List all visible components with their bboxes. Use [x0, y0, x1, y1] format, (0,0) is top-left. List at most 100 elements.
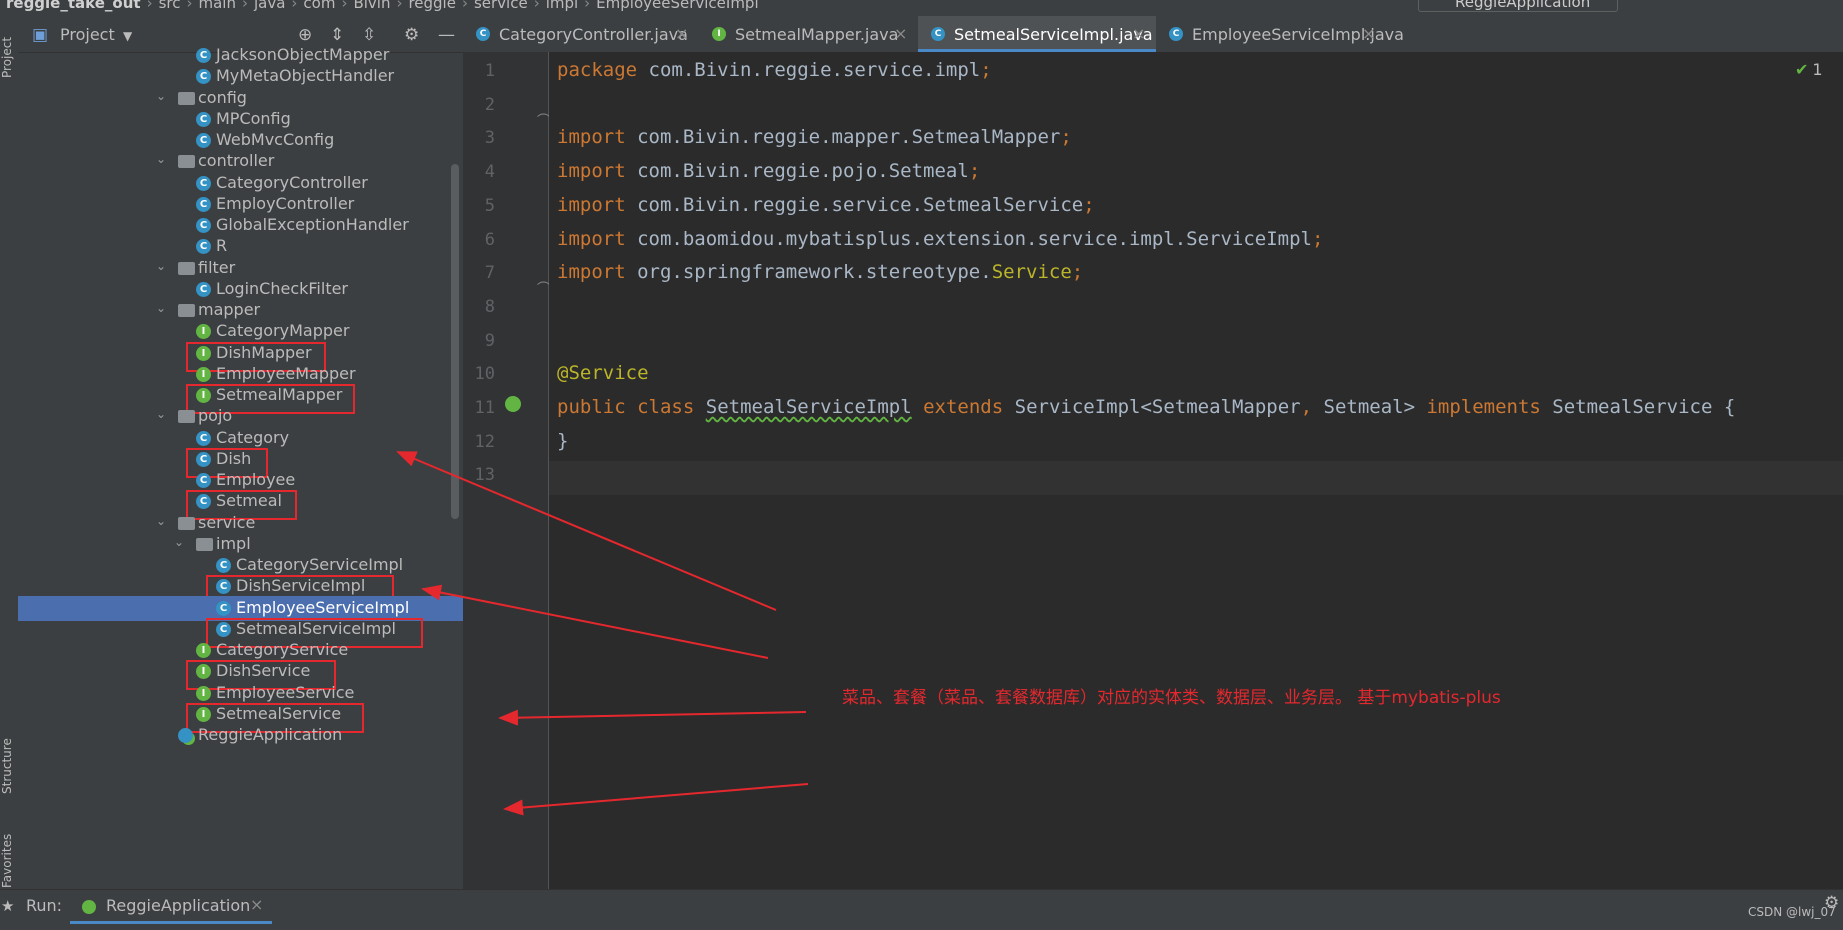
chevron-down-icon[interactable]: ⌄: [156, 152, 166, 166]
close-icon[interactable]: ×: [894, 24, 907, 43]
breadcrumb-item[interactable]: src: [159, 0, 181, 12]
tree-item-reggieapplication[interactable]: ReggieApplication: [18, 723, 463, 748]
breadcrumb-separator: ›: [396, 0, 403, 12]
class-icon: C: [196, 69, 211, 84]
editor-tab[interactable]: C CategoryController.java ×: [463, 16, 699, 52]
tool-tab-project[interactable]: Project: [0, 22, 18, 92]
close-icon[interactable]: ×: [1132, 24, 1145, 43]
class-icon: C: [196, 282, 211, 297]
close-icon[interactable]: ×: [250, 895, 263, 914]
breadcrumb-separator: ›: [291, 0, 298, 12]
breadcrumb-item[interactable]: java: [254, 0, 285, 12]
line-number: 4: [484, 162, 495, 182]
tree-item-label: service: [198, 513, 256, 532]
breadcrumb[interactable]: reggie_take_out › src › main › java › com › Bivin ›…: [6, 0, 759, 12]
close-icon[interactable]: ×: [675, 24, 688, 43]
gear-icon[interactable]: ⚙: [1824, 893, 1839, 913]
project-panel-title[interactable]: Project: [60, 25, 115, 44]
folder-icon: [178, 155, 195, 168]
tree-item-label: pojo: [198, 406, 233, 425]
tree-item-label: MyMetaObjectHandler: [216, 66, 395, 85]
class-icon: C: [196, 473, 211, 488]
code-token: implements: [1426, 396, 1541, 418]
folder-icon: [178, 304, 195, 317]
close-icon[interactable]: ×: [1362, 24, 1375, 43]
breadcrumb-item[interactable]: service: [474, 0, 528, 12]
tree-item-label: R: [216, 236, 228, 255]
interface-icon: I: [196, 686, 211, 701]
class-icon: C: [1169, 27, 1183, 41]
code-line[interactable]: package com.Bivin.reggie.service.impl;: [557, 59, 992, 81]
collapse-all-icon[interactable]: ⇳: [362, 25, 376, 45]
class-icon: C: [931, 27, 945, 41]
chevron-down-icon[interactable]: ⌄: [156, 89, 166, 103]
editor-tab[interactable]: C SetmealServiceImpl.java ×: [918, 16, 1156, 52]
code-line[interactable]: import com.Bivin.reggie.mapper.SetmealMa…: [557, 126, 1072, 148]
folder-icon: [178, 410, 195, 423]
expand-all-icon[interactable]: ⇕: [330, 25, 344, 45]
code-token: class: [637, 396, 695, 418]
chevron-down-icon[interactable]: ⌄: [156, 301, 166, 315]
chevron-down-icon[interactable]: ⌄: [156, 514, 166, 528]
code-line[interactable]: import org.springframework.stereotype.Se…: [557, 261, 1083, 283]
breadcrumb-separator: ›: [241, 0, 248, 12]
project-panel: ▣ Project ▼ ⊕ ⇕ ⇳ ⚙ — C JacksonObjectMapp…: [18, 16, 463, 889]
breadcrumb-separator: ›: [186, 0, 193, 12]
code-line[interactable]: import com.Bivin.reggie.pojo.Setmeal;: [557, 160, 980, 182]
code-line[interactable]: import com.baomidou.mybatisplus.extensio…: [557, 228, 1323, 250]
tree-scrollbar[interactable]: [451, 164, 459, 519]
code-token: SetmealServiceImpl: [705, 396, 912, 418]
gear-icon[interactable]: ⚙: [404, 25, 419, 45]
breadcrumb-item[interactable]: impl: [546, 0, 578, 12]
code-editor[interactable]: package com.Bivin.reggie.service.impl; im…: [549, 52, 1843, 889]
chevron-down-icon[interactable]: ▼: [123, 29, 132, 43]
editor-tab[interactable]: C EmployeeServiceImpl.java ×: [1156, 16, 1404, 52]
tree-item-label: CategoryServiceImpl: [236, 555, 404, 574]
code-line[interactable]: public class SetmealServiceImpl extends …: [557, 396, 1735, 418]
run-tab[interactable]: ReggieApplication ×: [70, 890, 272, 924]
breadcrumb-item[interactable]: reggie: [408, 0, 456, 12]
breadcrumb-item[interactable]: com: [303, 0, 335, 12]
code-line[interactable]: import com.Bivin.reggie.service.SetmealS…: [557, 194, 1095, 216]
tree-item-label: impl: [216, 534, 251, 553]
breadcrumb-item[interactable]: reggie_take_out: [6, 0, 141, 12]
breadcrumb-item[interactable]: Bivin: [353, 0, 390, 12]
class-icon: C: [196, 197, 211, 212]
code-token: import: [557, 126, 626, 148]
code-token: ServiceImpl<SetmealMapper: [1003, 396, 1301, 418]
bean-gutter-icon[interactable]: [505, 396, 521, 412]
code-line[interactable]: @Service: [557, 362, 649, 384]
class-icon: C: [476, 27, 490, 41]
chevron-down-icon[interactable]: ⌄: [174, 535, 184, 549]
star-icon[interactable]: ★: [1, 897, 14, 915]
tool-tab-structure[interactable]: Structure: [0, 726, 18, 806]
chevron-down-icon[interactable]: ⌄: [156, 259, 166, 273]
breadcrumb-bar: reggie_take_out › src › main › java › com › Bivin ›…: [0, 0, 1843, 16]
tool-tab-favorites[interactable]: Favorites: [0, 831, 18, 891]
run-configuration-select[interactable]: ReggieApplication: [1418, 0, 1618, 12]
code-token: ,: [1300, 396, 1313, 418]
run-label: Run:: [26, 896, 63, 915]
watermark: CSDN @lwj_07: [1748, 905, 1836, 919]
breadcrumb-item[interactable]: EmployeeServiceImpl: [596, 0, 758, 12]
code-token: import: [557, 261, 626, 283]
class-icon: C: [196, 176, 211, 191]
run-tool-bar: ★ Run: ReggieApplication × CSDN @lwj_07 …: [0, 889, 1843, 930]
breadcrumb-item[interactable]: main: [198, 0, 235, 12]
line-number: 6: [484, 230, 495, 250]
code-token: ;: [980, 59, 992, 81]
minimize-icon[interactable]: —: [438, 25, 455, 45]
editor-tab[interactable]: I SetmealMapper.java ×: [699, 16, 918, 52]
code-token: ;: [1071, 261, 1084, 283]
code-token: ;: [968, 160, 981, 182]
line-number: 3: [484, 128, 495, 148]
code-token: ;: [1083, 194, 1095, 216]
tree-item-label: controller: [198, 151, 275, 170]
locate-icon[interactable]: ⊕: [298, 25, 312, 45]
editor-tab-bar: C CategoryController.java × I SetmealMapper.…: [463, 16, 1843, 53]
code-line[interactable]: }: [557, 430, 568, 452]
tree-item-label: filter: [198, 258, 236, 277]
inspection-widget[interactable]: ✔ 1: [1795, 60, 1823, 79]
chevron-down-icon[interactable]: ⌄: [156, 407, 166, 421]
